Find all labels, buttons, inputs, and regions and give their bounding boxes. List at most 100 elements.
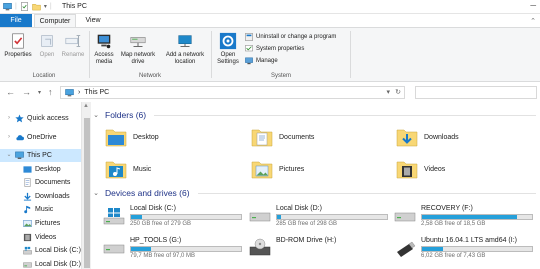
folder-downloads[interactable]: Downloads bbox=[396, 124, 459, 150]
breadcrumb-this-pc[interactable]: This PC bbox=[84, 87, 109, 98]
folder-documents[interactable]: Documents bbox=[251, 124, 314, 150]
drive-usage-bar bbox=[421, 214, 533, 220]
properties-button[interactable]: Properties bbox=[3, 32, 33, 59]
drives-header-label: Devices and drives (6) bbox=[105, 188, 190, 198]
chevron-down-icon[interactable]: ⌄ bbox=[91, 111, 101, 119]
system-properties-button[interactable]: System properties bbox=[245, 45, 304, 53]
system-properties-icon bbox=[245, 45, 253, 52]
nav-label: Quick access bbox=[27, 115, 69, 122]
chevron-down-icon[interactable]: ⌄ bbox=[6, 149, 12, 162]
access-media-button[interactable]: Access media bbox=[92, 32, 116, 66]
nav-scrollbar[interactable]: ▲ bbox=[81, 102, 91, 269]
ribbon-tab-bar: File Computer View ⌃ bbox=[0, 14, 540, 28]
add-network-location-label: Add a network location bbox=[165, 52, 205, 65]
minimize-icon[interactable]: ─ bbox=[530, 1, 536, 10]
downloads-folder-icon bbox=[396, 129, 418, 147]
drive-f[interactable]: RECOVERY (F:) 2,58 GB free of 18,5 GB bbox=[394, 204, 533, 230]
nav-onedrive[interactable]: › OneDrive bbox=[0, 131, 81, 144]
access-media-icon bbox=[97, 34, 111, 49]
tab-view[interactable]: View bbox=[78, 14, 108, 28]
quick-access-toolbar: | ▾ | bbox=[3, 2, 52, 11]
recent-locations-icon[interactable]: ▾ bbox=[38, 89, 41, 96]
scrollbar-thumb[interactable] bbox=[84, 118, 90, 268]
map-network-drive-button[interactable]: Map network drive bbox=[118, 32, 158, 66]
drive-name: BD-ROM Drive (H:) bbox=[276, 237, 337, 244]
uninstall-icon bbox=[245, 33, 253, 41]
nav-local-disk-c[interactable]: Local Disk (C:) bbox=[0, 244, 81, 257]
drive-usage-bar bbox=[130, 246, 242, 252]
nav-label: Music bbox=[35, 206, 54, 213]
nav-label: Pictures bbox=[35, 220, 61, 227]
folders-section-header[interactable]: ⌄ Folders (6) bbox=[91, 108, 540, 122]
drives-section-header[interactable]: ⌄ Devices and drives (6) bbox=[91, 186, 540, 200]
network-location-icon bbox=[178, 35, 192, 47]
address-bar[interactable]: › This PC ▾ ↻ bbox=[60, 86, 405, 99]
nav-documents[interactable]: Documents bbox=[0, 176, 81, 189]
nav-videos[interactable]: Videos bbox=[0, 231, 81, 244]
nav-pictures[interactable]: Pictures bbox=[0, 217, 81, 230]
nav-desktop[interactable]: Desktop bbox=[0, 163, 81, 176]
open-icon bbox=[41, 35, 53, 47]
tab-file[interactable]: File bbox=[0, 14, 32, 28]
folder-label: Downloads bbox=[424, 133, 459, 141]
nav-quick-access[interactable]: › Quick access bbox=[0, 112, 81, 125]
folder-music[interactable]: Music bbox=[105, 156, 151, 182]
search-input[interactable] bbox=[415, 86, 537, 99]
back-arrow-icon[interactable]: ← bbox=[6, 87, 15, 97]
drive-space: 285 GB free of 298 GB bbox=[276, 221, 338, 227]
tab-computer[interactable]: Computer bbox=[34, 14, 76, 28]
drive-name: Local Disk (D:) bbox=[276, 205, 322, 212]
chevron-right-icon[interactable]: › bbox=[6, 131, 12, 144]
nav-this-pc[interactable]: ⌄ This PC bbox=[0, 149, 81, 162]
chevron-right-icon[interactable]: › bbox=[6, 112, 12, 125]
address-dropdown-icon[interactable]: ▾ bbox=[386, 87, 390, 98]
drive-g[interactable]: HP_TOOLS (G:) 79,7 MB free of 97,0 MB bbox=[103, 236, 242, 262]
music-folder-icon bbox=[105, 161, 127, 179]
windows-drive-icon bbox=[103, 208, 125, 225]
open-button[interactable]: Open bbox=[36, 32, 58, 59]
drive-space: 6,02 GB free of 7,43 GB bbox=[421, 253, 486, 259]
manage-button[interactable]: Manage bbox=[245, 57, 278, 65]
qat-dropdown-icon[interactable]: ▾ bbox=[44, 3, 47, 10]
folder-pictures[interactable]: Pictures bbox=[251, 156, 304, 182]
section-divider bbox=[154, 114, 536, 116]
drive-usage-fill bbox=[131, 247, 151, 251]
forward-arrow-icon[interactable]: → bbox=[22, 87, 31, 97]
pictures-folder-icon bbox=[251, 161, 273, 179]
scroll-up-icon[interactable]: ▲ bbox=[83, 103, 89, 109]
system-group-label: System bbox=[270, 73, 291, 79]
drive-i[interactable]: Ubuntu 16.04.1 LTS amd64 (I:) 6,02 GB fr… bbox=[394, 236, 533, 262]
rename-button[interactable]: Rename bbox=[60, 32, 86, 59]
add-network-location-button[interactable]: Add a network location bbox=[160, 32, 210, 66]
app-icon bbox=[3, 3, 12, 11]
window-controls: ─ bbox=[530, 1, 536, 10]
chevron-down-icon[interactable]: ⌄ bbox=[91, 189, 101, 197]
drive-space: 2,58 GB free of 18,5 GB bbox=[421, 221, 486, 227]
title-bar: | ▾ | This PC ─ bbox=[0, 0, 540, 14]
drive-d[interactable]: Local Disk (D:) 285 GB free of 298 GB bbox=[249, 204, 388, 230]
up-arrow-icon[interactable]: ↑ bbox=[48, 87, 53, 97]
properties-qat-icon[interactable] bbox=[20, 2, 29, 11]
folder-label: Videos bbox=[424, 165, 446, 173]
folder-desktop[interactable]: Desktop bbox=[105, 124, 159, 150]
properties-label: Properties bbox=[4, 52, 32, 58]
pictures-icon bbox=[23, 220, 32, 227]
drive-space: 79,7 MB free of 97,0 MB bbox=[130, 253, 196, 259]
open-settings-button[interactable]: Open Settings bbox=[214, 32, 242, 66]
separator-icon: | bbox=[15, 3, 17, 10]
folder-videos[interactable]: Videos bbox=[396, 156, 445, 182]
nav-local-disk-d[interactable]: Local Disk (D:) bbox=[0, 258, 81, 269]
drive-name: HP_TOOLS (G:) bbox=[130, 237, 182, 244]
drive-c[interactable]: Local Disk (C:) 250 GB free of 279 GB bbox=[103, 204, 242, 230]
drive-usage-bar bbox=[276, 214, 388, 220]
nav-music[interactable]: Music bbox=[0, 203, 81, 216]
group-divider bbox=[350, 31, 351, 78]
refresh-icon[interactable]: ↻ bbox=[395, 87, 401, 98]
drive-h[interactable]: BD-ROM Drive (H:) bbox=[249, 236, 388, 262]
new-folder-qat-icon[interactable] bbox=[32, 2, 41, 11]
nav-label: Videos bbox=[35, 234, 57, 241]
collapse-ribbon-icon[interactable]: ⌃ bbox=[530, 17, 536, 25]
properties-icon bbox=[12, 33, 24, 49]
uninstall-button[interactable]: Uninstall or change a program bbox=[245, 33, 336, 41]
nav-downloads[interactable]: Downloads bbox=[0, 190, 81, 203]
